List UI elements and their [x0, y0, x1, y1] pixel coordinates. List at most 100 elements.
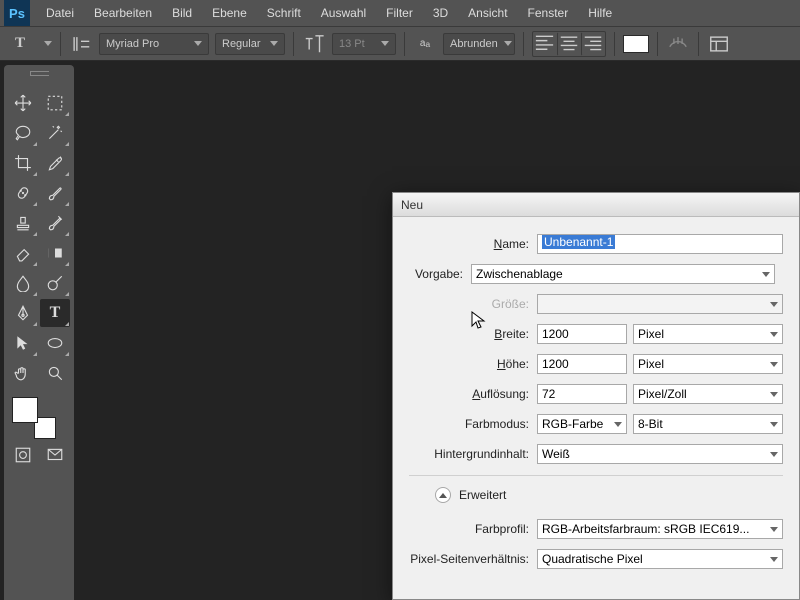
lasso-tool[interactable] — [8, 119, 38, 147]
chevron-down-icon[interactable] — [44, 41, 52, 46]
healing-tool[interactable] — [8, 179, 38, 207]
eraser-tool[interactable] — [8, 239, 38, 267]
chevron-down-icon — [194, 41, 202, 46]
menu-help[interactable]: Hilfe — [578, 6, 622, 20]
zoom-tool[interactable] — [40, 359, 70, 387]
advanced-label: Erweitert — [459, 488, 506, 502]
preset-select[interactable]: Zwischenablage — [471, 264, 775, 284]
new-document-dialog: Neu Name: Unbenannt-1 Vorgabe: Zwischena… — [392, 192, 800, 600]
shape-tool[interactable] — [40, 329, 70, 357]
foreground-color-swatch[interactable] — [12, 397, 38, 423]
chevron-down-icon — [770, 332, 778, 337]
background-select[interactable]: Weiß — [537, 444, 783, 464]
eyedropper-tool[interactable] — [40, 149, 70, 177]
pixel-aspect-value: Quadratische Pixel — [542, 552, 643, 566]
chevron-down-icon — [770, 422, 778, 427]
hand-tool[interactable] — [8, 359, 38, 387]
chevron-down-icon — [614, 422, 622, 427]
text-color-swatch[interactable] — [623, 35, 649, 53]
font-size-value: 13 Pt — [339, 38, 365, 50]
menu-layer[interactable]: Ebene — [202, 6, 257, 20]
font-family-select[interactable]: Myriad Pro — [99, 33, 209, 55]
resolution-label: Auflösung: — [393, 387, 537, 401]
chevron-down-icon — [770, 392, 778, 397]
crop-tool[interactable] — [8, 149, 38, 177]
menu-window[interactable]: Fenster — [518, 6, 579, 20]
marquee-tool[interactable] — [40, 89, 70, 117]
advanced-toggle-button[interactable] — [435, 487, 451, 503]
resolution-unit-value: Pixel/Zoll — [638, 387, 687, 401]
width-unit-select[interactable]: Pixel — [633, 324, 783, 344]
color-swatches[interactable] — [12, 397, 62, 441]
antialias-select[interactable]: Abrunden — [443, 33, 515, 55]
align-center-button[interactable] — [557, 32, 581, 56]
colormode-value: RGB-Farbe — [542, 417, 603, 431]
font-style-value: Regular — [222, 38, 261, 50]
history-brush-tool[interactable] — [40, 209, 70, 237]
height-label: Höhe: — [393, 357, 537, 371]
name-input[interactable]: Unbenannt-1 — [537, 234, 783, 254]
dialog-title: Neu — [393, 193, 799, 217]
height-input[interactable] — [537, 354, 627, 374]
align-group — [532, 31, 606, 57]
chevron-down-icon — [762, 272, 770, 277]
separator — [523, 32, 524, 56]
separator — [614, 32, 615, 56]
bitdepth-select[interactable]: 8-Bit — [633, 414, 783, 434]
menu-type[interactable]: Schrift — [257, 6, 311, 20]
dodge-tool[interactable] — [40, 269, 70, 297]
align-right-button[interactable] — [581, 32, 605, 56]
type-tool[interactable]: T — [40, 299, 70, 327]
resolution-unit-select[interactable]: Pixel/Zoll — [633, 384, 783, 404]
separator — [698, 32, 699, 56]
menu-3d[interactable]: 3D — [423, 6, 458, 20]
separator — [657, 32, 658, 56]
menu-edit[interactable]: Bearbeiten — [84, 6, 162, 20]
brush-tool[interactable] — [40, 179, 70, 207]
chevron-down-icon — [770, 362, 778, 367]
orientation-toggle-icon[interactable] — [69, 32, 93, 56]
colormode-select[interactable]: RGB-Farbe — [537, 414, 627, 434]
app-logo: Ps — [4, 0, 30, 26]
stamp-tool[interactable] — [8, 209, 38, 237]
chevron-down-icon — [770, 452, 778, 457]
blur-tool[interactable] — [8, 269, 38, 297]
color-profile-value: RGB-Arbeitsfarbraum: sRGB IEC619... — [542, 522, 749, 536]
menu-filter[interactable]: Filter — [376, 6, 423, 20]
height-unit-select[interactable]: Pixel — [633, 354, 783, 374]
warp-text-icon[interactable] — [666, 32, 690, 56]
color-profile-select[interactable]: RGB-Arbeitsfarbraum: sRGB IEC619... — [537, 519, 783, 539]
separator — [409, 475, 783, 476]
width-unit-value: Pixel — [638, 327, 664, 341]
panel-grip-icon[interactable] — [4, 71, 74, 85]
chevron-down-icon — [770, 302, 778, 307]
font-size-icon — [302, 32, 326, 56]
menu-file[interactable]: Datei — [36, 6, 84, 20]
move-tool[interactable] — [8, 89, 38, 117]
quick-mask-icon[interactable] — [8, 441, 38, 469]
pixel-aspect-select[interactable]: Quadratische Pixel — [537, 549, 783, 569]
font-size-select[interactable]: 13 Pt — [332, 33, 396, 55]
font-style-select[interactable]: Regular — [215, 33, 285, 55]
separator — [60, 32, 61, 56]
tool-preset-icon[interactable]: T — [8, 32, 32, 56]
gradient-tool[interactable] — [40, 239, 70, 267]
panel-toggle-icon[interactable] — [707, 32, 731, 56]
resolution-input[interactable] — [537, 384, 627, 404]
wand-tool[interactable] — [40, 119, 70, 147]
bitdepth-value: 8-Bit — [638, 417, 663, 431]
path-select-tool[interactable] — [8, 329, 38, 357]
align-left-button[interactable] — [533, 32, 557, 56]
pixel-aspect-label: Pixel-Seitenverhältnis: — [393, 552, 537, 566]
width-label: Breite: — [393, 327, 537, 341]
screen-mode-icon[interactable] — [40, 441, 70, 469]
width-input[interactable] — [537, 324, 627, 344]
menu-view[interactable]: Ansicht — [458, 6, 517, 20]
background-value: Weiß — [542, 447, 570, 461]
chevron-down-icon — [270, 41, 278, 46]
pen-tool[interactable] — [8, 299, 38, 327]
menu-image[interactable]: Bild — [162, 6, 202, 20]
menu-select[interactable]: Auswahl — [311, 6, 376, 20]
chevron-down-icon — [381, 41, 389, 46]
antialias-value: Abrunden — [450, 38, 498, 50]
